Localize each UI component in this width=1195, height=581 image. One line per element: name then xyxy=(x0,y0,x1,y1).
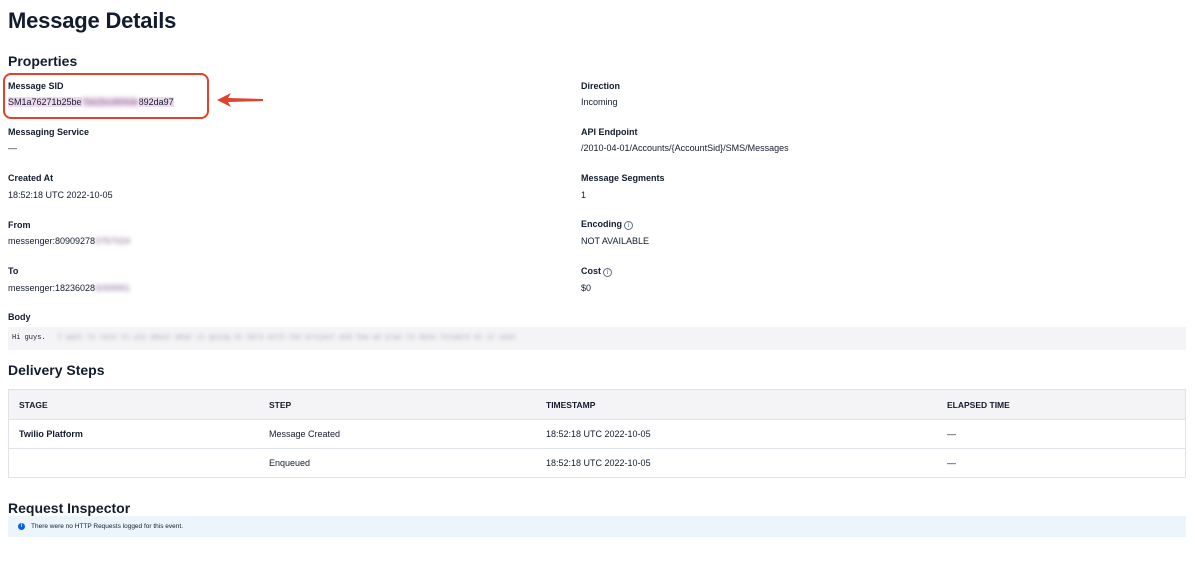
created-at-label: Created At xyxy=(8,173,54,183)
page-title: Message Details xyxy=(8,8,177,33)
from-value: messenger:809092780767024 xyxy=(8,236,130,246)
to-value: messenger:182360286069991 xyxy=(8,283,130,293)
table-cell-elapsed: — xyxy=(947,458,956,468)
direction-value: Incoming xyxy=(581,97,618,107)
table-row: Twilio Platform Message Created 18:52:18… xyxy=(9,419,1185,448)
column-header-elapsed-time: ELAPSED TIME xyxy=(947,399,1010,410)
message-segments-value: 1 xyxy=(581,190,587,200)
body-label: Body xyxy=(8,312,31,322)
created-at-value: 18:52:18 UTC 2022-10-05 xyxy=(8,190,113,200)
notice-text: There were no HTTP Requests logged for t… xyxy=(31,523,183,530)
body-text-redacted: I want to talk to you about what is goin… xyxy=(57,334,516,342)
messaging-service-value: — xyxy=(8,143,17,153)
messaging-service-label: Messaging Service xyxy=(8,127,90,137)
info-icon: i xyxy=(18,523,25,530)
arrow-left-icon xyxy=(217,93,263,107)
annotation-highlight-box xyxy=(3,73,209,119)
to-label: To xyxy=(8,266,19,276)
direction-label: Direction xyxy=(581,81,621,91)
table-cell-stage: Twilio Platform xyxy=(19,429,83,439)
table-row: Enqueued 18:52:18 UTC 2022-10-05 — xyxy=(9,448,1185,477)
api-endpoint-value: /2010-04-01/Accounts/{AccountSid}/SMS/Me… xyxy=(581,143,789,153)
cost-label: Cost i xyxy=(581,266,612,277)
column-header-stage: STAGE xyxy=(19,399,48,410)
properties-heading: Properties xyxy=(8,53,78,69)
table-header-row: STAGE STEP TIMESTAMP ELAPSED TIME xyxy=(9,390,1185,419)
cost-label-text: Cost xyxy=(581,266,601,276)
table-cell-timestamp: 18:52:18 UTC 2022-10-05 xyxy=(546,429,651,439)
message-segments-label: Message Segments xyxy=(581,173,665,183)
info-circle-icon[interactable]: i xyxy=(624,221,633,230)
from-label: From xyxy=(8,220,31,230)
table-cell-step: Message Created xyxy=(269,429,341,439)
table-cell-timestamp: 18:52:18 UTC 2022-10-05 xyxy=(546,458,651,468)
table-cell-step: Enqueued xyxy=(269,458,311,468)
column-header-timestamp: TIMESTAMP xyxy=(546,399,596,410)
body-text: Hi guys. xyxy=(12,334,46,342)
cost-value: $0 xyxy=(581,283,592,293)
to-value-redacted: 6069991 xyxy=(95,283,131,293)
request-inspector-notice: i There were no HTTP Requests logged for… xyxy=(8,516,1186,537)
from-value-redacted: 0767024 xyxy=(95,236,131,246)
encoding-value: NOT AVAILABLE xyxy=(581,236,650,246)
encoding-label-text: Encoding xyxy=(581,219,622,229)
delivery-steps-table: STAGE STEP TIMESTAMP ELAPSED TIME Twilio… xyxy=(8,389,1186,478)
api-endpoint-label: API Endpoint xyxy=(581,127,638,137)
info-circle-icon[interactable]: i xyxy=(603,268,612,277)
delivery-steps-heading: Delivery Steps xyxy=(8,362,105,378)
table-cell-elapsed: — xyxy=(947,429,956,439)
from-value-visible: messenger:80909278 xyxy=(8,236,96,246)
column-header-step: STEP xyxy=(269,399,292,410)
body-content: Hi guys. I want to talk to you about wha… xyxy=(8,327,1186,350)
to-value-visible: messenger:18236028 xyxy=(8,283,96,293)
encoding-label: Encoding i xyxy=(581,219,633,230)
request-inspector-heading: Request Inspector xyxy=(8,500,131,516)
